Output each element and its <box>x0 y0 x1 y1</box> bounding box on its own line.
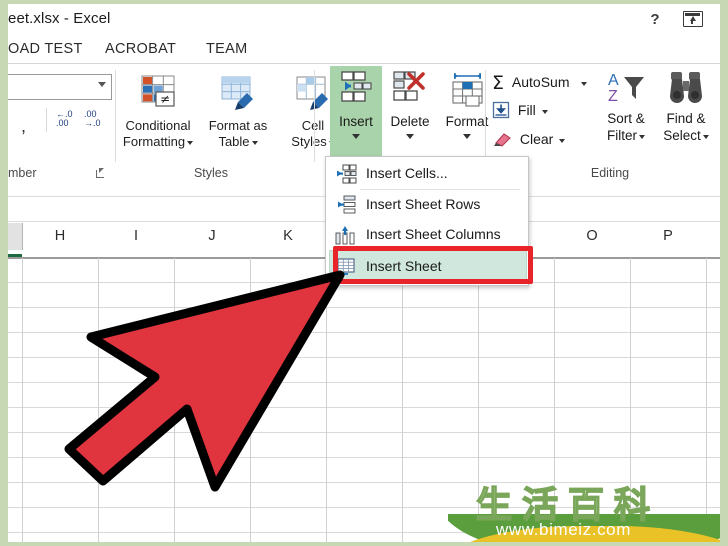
ribbon-divider-3 <box>485 70 486 162</box>
number-group-label: mber <box>8 166 37 180</box>
insert-button-label: Insert <box>339 114 373 129</box>
delete-chevron-down-icon[interactable] <box>406 134 414 139</box>
binoculars-icon <box>664 68 708 108</box>
delete-cells-icon <box>390 70 430 108</box>
column-header-j[interactable]: J <box>174 222 250 250</box>
editing-group-label: Editing <box>590 166 630 180</box>
format-cells-icon <box>447 70 487 108</box>
format-button-label: Format <box>445 114 489 129</box>
screenshot-root: eet.xlsx - Excel ? OAD TEST ACROBAT TEAM <box>0 0 728 546</box>
column-header-o[interactable]: O <box>554 222 630 250</box>
decrease-decimal-button[interactable]: .00 →.0 <box>84 110 101 128</box>
conditional-formatting-icon: ≠ <box>136 70 180 114</box>
delete-button-label: Delete <box>390 114 430 129</box>
ribbon-divider-1 <box>115 70 116 162</box>
watermark-url: www.bimeiz.com <box>496 520 631 539</box>
sort-filter-label: Sort & Filter <box>607 111 645 143</box>
ribbon-divider-2 <box>314 70 315 162</box>
sort-filter-icon: A Z <box>602 68 650 108</box>
comma-style-button[interactable]: , <box>21 116 26 137</box>
decrease-decimal-label-bottom: →.0 <box>84 118 101 128</box>
autosum-label: AutoSum <box>511 74 570 90</box>
tab-load-test[interactable]: OAD TEST <box>8 37 83 61</box>
clear-chevron-down-icon[interactable] <box>559 139 566 143</box>
fill-button[interactable]: Fill <box>492 101 548 122</box>
number-group-divider <box>46 108 47 132</box>
styles-group-label: Styles <box>193 166 229 180</box>
column-header-p[interactable]: P <box>630 222 706 250</box>
fill-icon <box>492 101 510 122</box>
fill-chevron-down-icon[interactable] <box>541 110 548 114</box>
number-format-select[interactable] <box>8 74 112 100</box>
autosum-button[interactable]: Σ AutoSum <box>492 72 588 94</box>
insert-cells-icon <box>336 70 376 108</box>
svg-text:A: A <box>608 72 619 89</box>
cursor-arrow-annotation <box>63 259 363 499</box>
find-select-label: Find & Select <box>658 110 714 144</box>
select-all-corner[interactable] <box>8 223 23 250</box>
window-buttons: ? <box>644 9 704 29</box>
format-chevron-down-icon[interactable] <box>463 134 471 139</box>
number-dialog-launcher-icon[interactable] <box>96 168 106 178</box>
menu-item-insert-sheet-columns-label: Insert Sheet Columns <box>366 226 501 242</box>
ribbon-display-options-icon[interactable] <box>682 9 704 29</box>
help-icon[interactable]: ? <box>644 9 666 29</box>
format-as-table-label: Format as Table <box>208 118 268 149</box>
column-header-i[interactable]: I <box>98 222 174 250</box>
increase-decimal-button[interactable]: ←.0 .00 <box>56 110 73 128</box>
insert-cells-menu-icon <box>335 164 357 184</box>
svg-text:≠: ≠ <box>160 92 170 106</box>
insert-sheet-callout-box <box>333 246 533 284</box>
menu-item-insert-sheet-rows[interactable]: Insert Sheet Rows <box>326 190 528 220</box>
increase-decimal-label-bottom: .00 <box>56 118 69 128</box>
tab-team[interactable]: TEAM <box>206 37 247 61</box>
menu-item-insert-sheet-rows-label: Insert Sheet Rows <box>366 196 481 212</box>
clear-button[interactable]: Clear <box>492 130 566 151</box>
menu-item-insert-cells-label: Insert Cells... <box>366 165 448 181</box>
watermark: 生活百科 www.bimeiz.com <box>448 472 720 542</box>
column-header-k[interactable]: K <box>250 222 326 250</box>
conditional-formatting-label: Conditional Formatting <box>118 118 198 150</box>
menu-item-insert-cells[interactable]: Insert Cells... <box>326 159 528 189</box>
svg-text:Z: Z <box>608 88 618 105</box>
insert-button[interactable]: Insert <box>330 66 382 162</box>
eraser-icon <box>492 130 512 151</box>
insert-chevron-down-icon[interactable] <box>352 134 360 139</box>
ribbon-tabs: OAD TEST ACROBAT TEAM <box>8 34 720 64</box>
clear-label: Clear <box>519 131 554 147</box>
fill-label: Fill <box>517 102 536 118</box>
column-header-h[interactable]: H <box>22 222 98 250</box>
ribbon-group-styles: ≠ Conditional Formatting Format as Table… <box>118 64 335 182</box>
insert-sheet-rows-menu-icon <box>335 195 357 215</box>
title-bar: eet.xlsx - Excel ? <box>8 4 720 34</box>
excel-window: eet.xlsx - Excel ? OAD TEST ACROBAT TEAM <box>8 4 720 542</box>
tab-acrobat[interactable]: ACROBAT <box>105 37 176 61</box>
autosum-chevron-down-icon[interactable] <box>581 82 588 86</box>
insert-sheet-columns-menu-icon <box>335 225 357 245</box>
window-title: eet.xlsx - Excel <box>8 10 111 27</box>
sigma-icon: Σ <box>492 72 505 94</box>
ribbon-group-number: , ←.0 .00 .00 →.0 mber <box>8 64 112 182</box>
format-as-table-icon <box>216 70 260 114</box>
